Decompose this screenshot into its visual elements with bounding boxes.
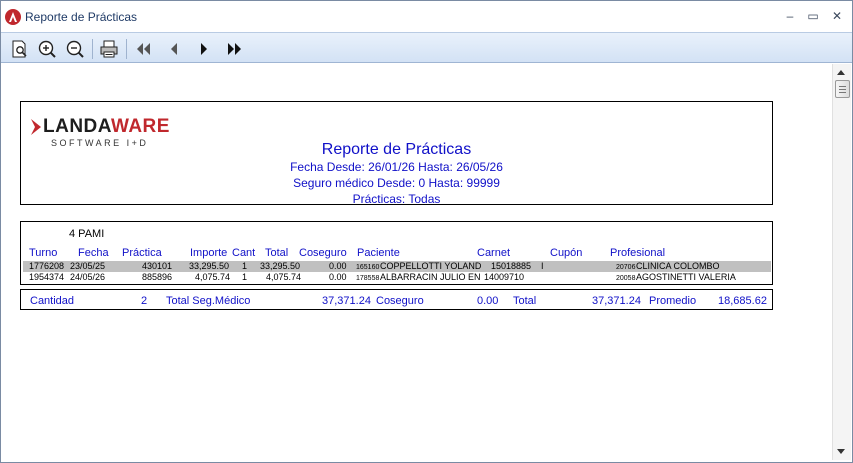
total-coseguro-label: Coseguro (376, 295, 424, 307)
col-fecha: Fecha (78, 247, 109, 259)
total-total-label: Total (513, 295, 537, 307)
detail-section: 4 PAMI Turno Fecha Práctica Importe Cant… (20, 221, 773, 285)
col-paciente: Paciente (357, 247, 400, 259)
maximize-button[interactable]: ▭ (803, 7, 823, 25)
col-practica: Práctica (122, 247, 162, 259)
report-header: LANDAWARE SOFTWARE I+D Reporte de Prácti… (20, 101, 773, 206)
totals-section: Cantidad 2 Total Seg.Médico 37,371.24 Co… (20, 289, 773, 310)
insurance-range: Seguro médico Desde: 0 Hasta: 99999 (293, 176, 500, 190)
cell-turno: 1954374 (29, 272, 65, 282)
cell-importe: 33,295.50 (189, 261, 230, 271)
cell-paciente-id: 178558 (356, 275, 380, 282)
minimize-button[interactable]: – (780, 7, 800, 25)
cell-cant: 1 (242, 261, 248, 271)
app-icon (5, 9, 21, 25)
last-page-icon[interactable] (223, 38, 245, 60)
cell-importe: 4,075.74 (195, 272, 231, 282)
cell-profesional: CLINICA COLOMBO (636, 261, 720, 271)
group-title: 4 PAMI (69, 228, 105, 240)
total-coseguro-value: 0.00 (477, 295, 499, 307)
zoom-in-icon[interactable] (36, 38, 58, 60)
cell-profesional: AGOSTINETTI VALERIA (636, 272, 736, 282)
col-coseguro: Coseguro (299, 247, 347, 259)
col-cant: Cant (232, 247, 256, 259)
total-cantidad-value: 2 (141, 295, 148, 307)
scroll-up-icon[interactable] (837, 70, 845, 75)
vertical-scrollbar[interactable] (832, 64, 851, 460)
total-promedio-label: Promedio (649, 295, 697, 307)
total-cantidad-label: Cantidad (30, 295, 75, 307)
previous-page-icon[interactable] (163, 38, 185, 60)
cell-coseguro: 0.00 (329, 272, 347, 282)
col-turno: Turno (29, 247, 58, 259)
practices-filter: Prácticas: Todas (352, 192, 441, 206)
cell-practica: 430101 (142, 261, 173, 271)
cell-coseguro: 0.00 (329, 261, 347, 271)
toolbar (1, 32, 852, 63)
toolbar-separator (92, 39, 93, 59)
report-title: Reporte de Prácticas (321, 141, 472, 158)
col-importe: Importe (190, 247, 228, 259)
logo-mark-icon (31, 119, 41, 135)
col-carnet: Carnet (477, 247, 511, 259)
cell-cupon: I (541, 261, 544, 271)
cell-paciente: ALBARRACIN JULIO EN (380, 272, 481, 282)
cell-total: 33,295.50 (260, 261, 301, 271)
close-button[interactable]: ✕ (827, 7, 847, 25)
window-title: Reporte de Prácticas (25, 10, 138, 24)
logo-word: LANDAWARE (43, 116, 170, 137)
first-page-icon[interactable] (133, 38, 155, 60)
cell-prof-id: 20058 (616, 275, 636, 282)
report-window: Reporte de Prácticas – ▭ ✕ LANDAWARE SOF… (0, 0, 853, 463)
col-cupon: Cupón (550, 247, 583, 259)
cell-turno: 1776208 (29, 261, 65, 271)
total-segmedico-value: 37,371.24 (322, 295, 371, 307)
scroll-down-icon[interactable] (837, 449, 845, 454)
cell-practica: 885896 (142, 272, 173, 282)
cell-carnet: 14009710 (484, 272, 525, 282)
col-profesional: Profesional (610, 247, 666, 259)
total-segmedico-label: Total Seg.Médico (166, 295, 251, 307)
title-bar: Reporte de Prácticas – ▭ ✕ (1, 1, 852, 32)
print-icon[interactable] (98, 38, 120, 60)
cell-fecha: 24/05/26 (70, 272, 106, 282)
total-total-value: 37,371.24 (592, 295, 641, 307)
cell-paciente: COPPELLOTTI YOLAND (380, 261, 482, 271)
next-page-icon[interactable] (193, 38, 215, 60)
scroll-thumb[interactable] (835, 80, 850, 98)
preview-icon[interactable] (9, 38, 31, 60)
toolbar-separator (126, 39, 127, 59)
cell-total: 4,075.74 (266, 272, 302, 282)
cell-cant: 1 (242, 272, 248, 282)
col-total: Total (265, 247, 289, 259)
zoom-out-icon[interactable] (64, 38, 86, 60)
table-row[interactable]: 1954374 24/05/26 885896 4,075.74 1 4,075… (23, 272, 771, 283)
cell-carnet: 15018885 (491, 261, 532, 271)
cell-fecha: 23/05/25 (70, 261, 106, 271)
report-page: LANDAWARE SOFTWARE I+D Reporte de Prácti… (5, 64, 831, 460)
date-range: Fecha Desde: 26/01/26 Hasta: 26/05/26 (290, 160, 503, 174)
total-promedio-value: 18,685.62 (718, 295, 767, 307)
table-row[interactable]: 1776208 23/05/25 430101 33,295.50 1 33,2… (23, 261, 771, 272)
